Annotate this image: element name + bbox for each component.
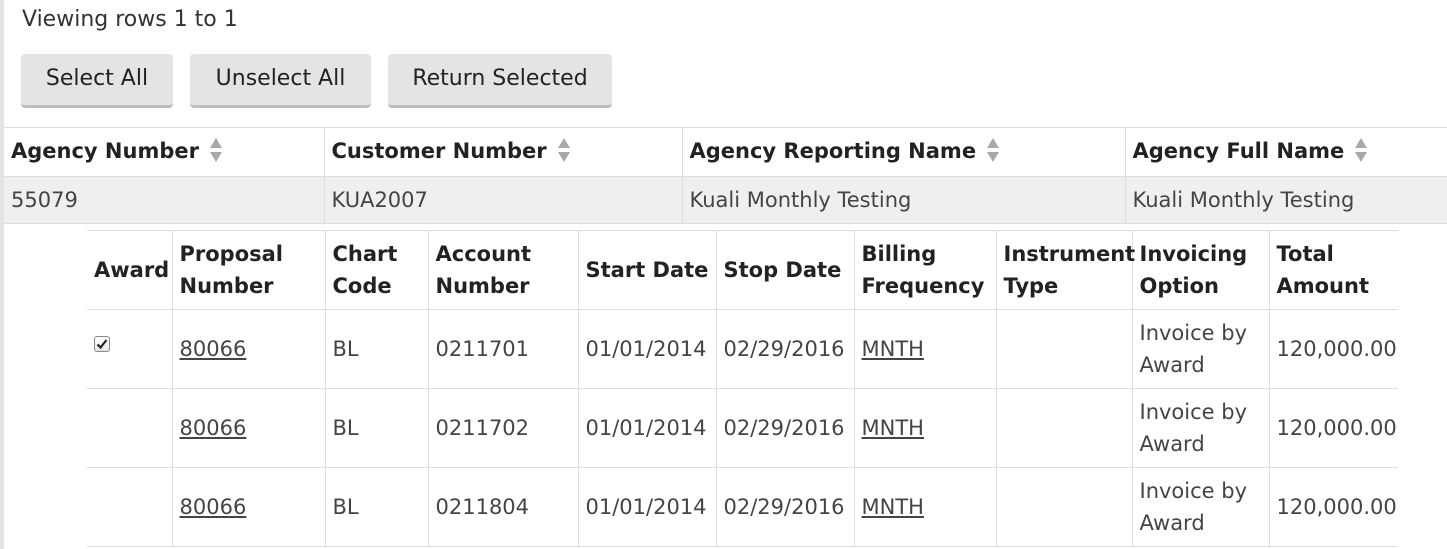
chart-code-cell: BL (325, 388, 429, 468)
lookup-results-panel: Viewing rows 1 to 1 Select All Unselect … (0, 0, 1447, 549)
award-accounts-table: Award Proposal Number Chart Code Account… (87, 230, 1398, 547)
table-row: 80066 BL 0211804 01/01/2014 02/29/2016 M… (87, 467, 1398, 547)
chart-code-cell: BL (325, 309, 429, 389)
header-invoicing-option: Invoicing Option (1132, 230, 1270, 310)
viewing-rows-text: Viewing rows 1 to 1 (22, 7, 238, 32)
table-row: 80066 BL 0211702 01/01/2014 02/29/2016 M… (87, 388, 1398, 468)
award-checkbox-cell (87, 388, 173, 468)
stop-date-cell: 02/29/2016 (716, 309, 855, 389)
header-start-date: Start Date (578, 230, 717, 310)
header-chart-code: Chart Code (325, 230, 429, 310)
billing-frequency-cell: MNTH (854, 309, 997, 389)
award-checkbox[interactable] (94, 336, 110, 352)
chart-code-cell: BL (325, 467, 429, 547)
sort-icon[interactable] (209, 137, 223, 163)
billing-frequency-link[interactable]: MNTH (862, 337, 924, 361)
header-proposal-number: Proposal Number (172, 230, 326, 310)
billing-frequency-cell: MNTH (854, 388, 997, 468)
return-selected-button[interactable]: Return Selected (388, 54, 612, 108)
proposal-number-cell: 80066 (172, 388, 326, 468)
header-account-number: Account Number (428, 230, 579, 310)
header-agency-reporting-name[interactable]: Agency Reporting Name (682, 127, 1126, 177)
agency-results-table: Agency Number Customer Number Agency Rep… (4, 127, 1447, 224)
header-total-amount: Total Amount (1269, 230, 1398, 310)
header-award: Award (87, 230, 173, 310)
header-label: Agency Number (11, 139, 199, 163)
billing-frequency-cell: MNTH (854, 467, 997, 547)
table-row: 80066 BL 0211701 01/01/2014 02/29/2016 M… (87, 309, 1398, 389)
select-all-button[interactable]: Select All (21, 54, 173, 108)
header-agency-number[interactable]: Agency Number (4, 127, 325, 177)
instrument-type-cell (996, 467, 1133, 547)
header-agency-full-name[interactable]: Agency Full Name (1125, 127, 1447, 177)
header-label: Agency Full Name (1132, 139, 1345, 163)
start-date-cell: 01/01/2014 (578, 388, 717, 468)
invoicing-option-cell: Invoice by Award (1132, 388, 1270, 468)
proposal-number-cell: 80066 (172, 467, 326, 547)
checkbox-checked-icon (96, 339, 108, 350)
invoicing-option-cell: Invoice by Award (1132, 467, 1270, 547)
proposal-number-link[interactable]: 80066 (180, 416, 247, 440)
billing-frequency-link[interactable]: MNTH (862, 416, 924, 440)
agency-reporting-name-cell: Kuali Monthly Testing (682, 176, 1126, 224)
start-date-cell: 01/01/2014 (578, 309, 717, 389)
stop-date-cell: 02/29/2016 (716, 467, 855, 547)
award-header-row: Award Proposal Number Chart Code Account… (87, 230, 1398, 310)
agency-header-row: Agency Number Customer Number Agency Rep… (4, 127, 1447, 177)
stop-date-cell: 02/29/2016 (716, 388, 855, 468)
award-checkbox-cell (87, 309, 173, 389)
header-label: Agency Reporting Name (689, 139, 977, 163)
account-number-cell: 0211702 (428, 388, 579, 468)
agency-number-cell: 55079 (4, 176, 325, 224)
header-customer-number[interactable]: Customer Number (324, 127, 683, 177)
account-number-cell: 0211701 (428, 309, 579, 389)
unselect-all-button[interactable]: Unselect All (190, 54, 371, 108)
total-amount-cell: 120,000.00 (1269, 309, 1398, 389)
sort-icon[interactable] (986, 137, 1000, 163)
header-billing-frequency: Billing Frequency (854, 230, 997, 310)
invoicing-option-cell: Invoice by Award (1132, 309, 1270, 389)
proposal-number-link[interactable]: 80066 (180, 337, 247, 361)
account-number-cell: 0211804 (428, 467, 579, 547)
sort-icon[interactable] (1354, 137, 1368, 163)
customer-number-cell: KUA2007 (324, 176, 683, 224)
proposal-number-link[interactable]: 80066 (180, 495, 247, 519)
instrument-type-cell (996, 309, 1133, 389)
billing-frequency-link[interactable]: MNTH (862, 495, 924, 519)
sort-icon[interactable] (557, 137, 571, 163)
total-amount-cell: 120,000.00 (1269, 388, 1398, 468)
table-row: 55079 KUA2007 Kuali Monthly Testing Kual… (4, 176, 1447, 224)
header-instrument-type: Instrument Type (996, 230, 1135, 310)
total-amount-cell: 120,000.00 (1269, 467, 1398, 547)
start-date-cell: 01/01/2014 (578, 467, 717, 547)
header-stop-date: Stop Date (716, 230, 855, 310)
award-checkbox-cell (87, 467, 173, 547)
agency-full-name-cell: Kuali Monthly Testing (1125, 176, 1447, 224)
instrument-type-cell (996, 388, 1133, 468)
proposal-number-cell: 80066 (172, 309, 326, 389)
header-label: Customer Number (331, 139, 547, 163)
